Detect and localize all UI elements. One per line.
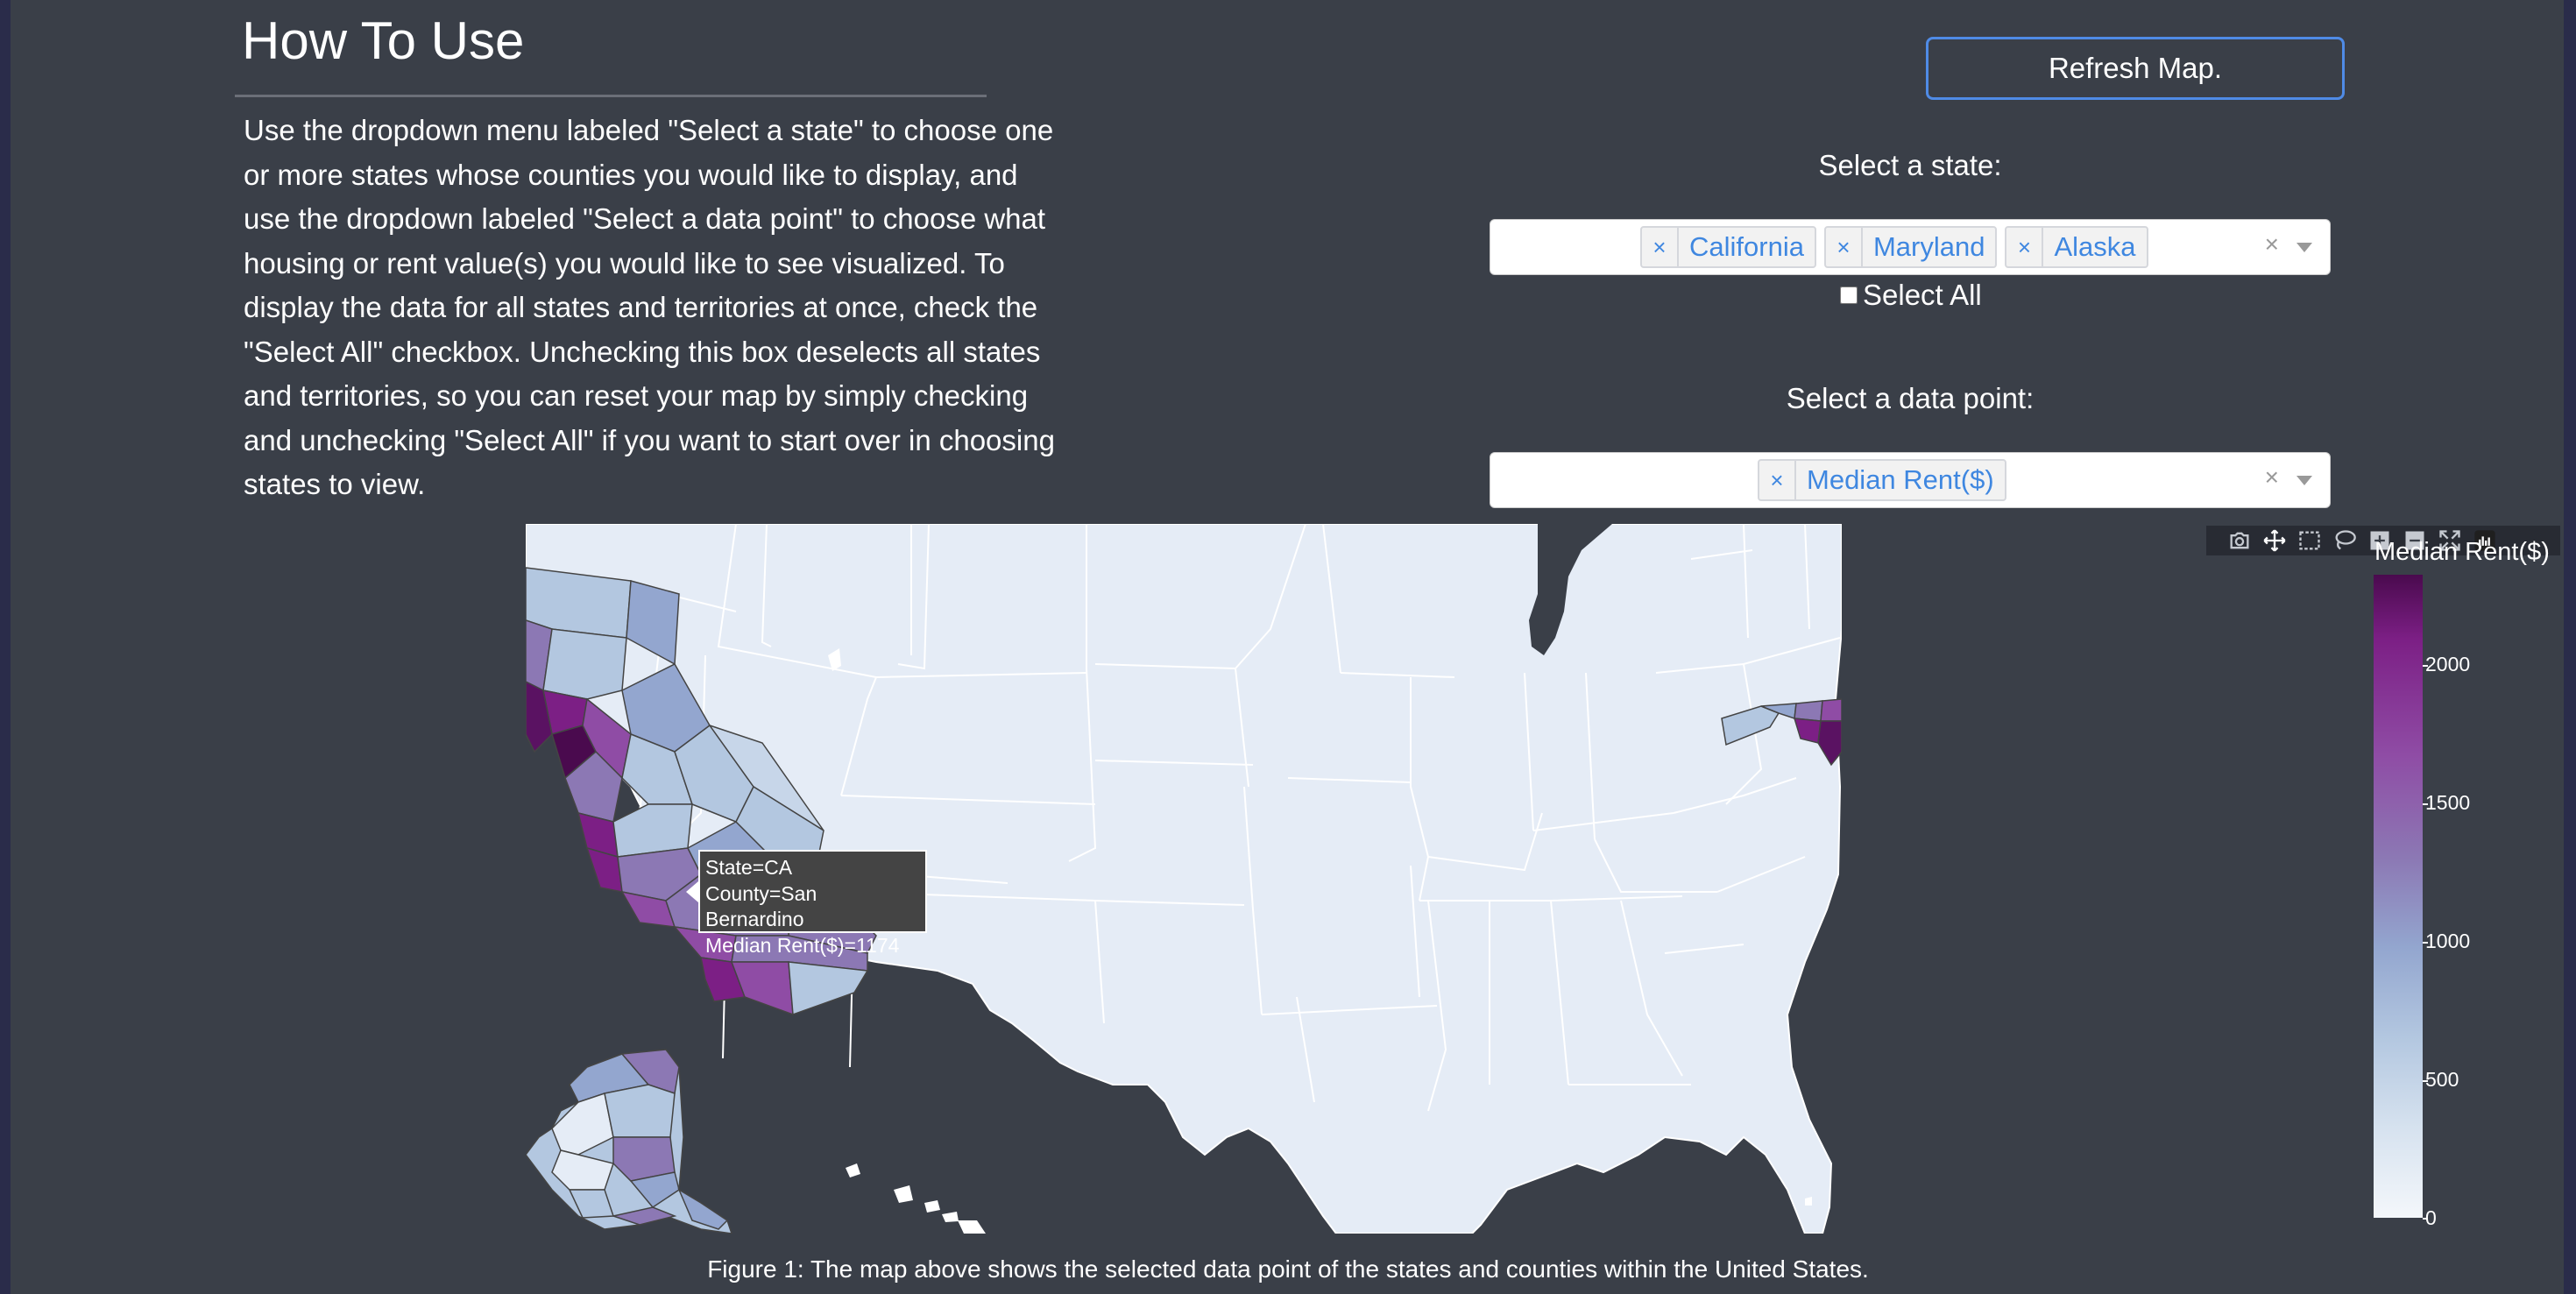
remove-chip-icon[interactable]: × xyxy=(1642,228,1679,266)
select-all-label: Select All xyxy=(1863,279,1982,311)
instructions-line: Use the dropdown menu labeled "Select a … xyxy=(244,114,1054,146)
dropdown-caret-icon[interactable] xyxy=(2296,476,2312,485)
instructions-line: states to view. xyxy=(244,468,426,500)
colorbar-tick-label: 500 xyxy=(2425,1068,2459,1091)
figure-caption: Figure 1: The map above shows the select… xyxy=(707,1255,1869,1283)
window-edge-left xyxy=(0,0,11,1294)
colorbar-tick-label: 1500 xyxy=(2425,791,2471,814)
dropdown-caret-icon[interactable] xyxy=(2296,243,2312,252)
instructions-line: and unchecking "Select All" if you want … xyxy=(244,423,1055,456)
heading-divider xyxy=(235,95,987,97)
hover-tooltip: State=CA County=San Bernardino Median Re… xyxy=(698,850,927,957)
tooltip-value: Median Rent($)=1174 xyxy=(705,933,900,957)
clear-selection-icon[interactable]: × xyxy=(2265,463,2279,491)
instructions-line: housing or rent value(s) you would like … xyxy=(244,246,1005,279)
colorbar-title: Median Rent($) xyxy=(2374,538,2550,566)
pan-icon[interactable] xyxy=(2262,528,2287,553)
remove-chip-icon[interactable]: × xyxy=(1826,228,1863,266)
instructions-line: "Select All" checkbox. Unchecking this b… xyxy=(244,335,1041,368)
chip-label: Median Rent($) xyxy=(1807,464,1994,495)
instructions-text: Use the dropdown menu labeled "Select a … xyxy=(244,109,1085,507)
state-chips: × California × Maryland × Alaska xyxy=(1640,220,2148,274)
select-all-input[interactable] xyxy=(1840,286,1858,304)
clear-selection-icon[interactable]: × xyxy=(2265,230,2279,258)
box-select-icon[interactable] xyxy=(2297,528,2322,553)
datapoint-chips: × Median Rent($) xyxy=(1758,453,2006,507)
state-chip-alaska: × Alaska xyxy=(2005,226,2148,268)
window-edge-right xyxy=(2564,0,2576,1294)
remove-chip-icon[interactable]: × xyxy=(1759,461,1796,499)
chip-label: Alaska xyxy=(2054,231,2136,262)
colorbar-tick-label: 0 xyxy=(2425,1206,2437,1229)
instructions-line: display the data for all states and terr… xyxy=(244,291,1038,323)
chip-label: Maryland xyxy=(1872,231,1985,262)
lasso-icon[interactable] xyxy=(2332,528,2357,553)
tooltip-state: State=CA xyxy=(705,856,793,879)
datapoint-select[interactable]: × Median Rent($) × xyxy=(1490,452,2331,508)
colorbar-tick-label: 2000 xyxy=(2425,653,2471,675)
datapoint-chip-median-rent: × Median Rent($) xyxy=(1758,459,2006,501)
select-all-checkbox[interactable]: Select All xyxy=(1840,279,1982,312)
colorbar xyxy=(2374,575,2423,1218)
remove-chip-icon[interactable]: × xyxy=(2006,228,2044,266)
state-chip-california: × California xyxy=(1640,226,1816,268)
page-title: How To Use xyxy=(242,11,525,70)
camera-icon[interactable] xyxy=(2227,528,2252,553)
refresh-map-button[interactable]: Refresh Map. xyxy=(1926,37,2345,100)
datapoint-select-label: Select a data point: xyxy=(1786,382,2035,414)
chip-label: California xyxy=(1689,231,1804,262)
colorbar-tick-label: 1000 xyxy=(2425,930,2471,952)
state-select-label: Select a state: xyxy=(1818,149,2002,181)
tooltip-pointer xyxy=(686,881,698,902)
state-select[interactable]: × California × Maryland × Alaska × xyxy=(1490,219,2331,275)
instructions-line: or more states whose counties you would … xyxy=(244,158,1018,191)
instructions-line: and territories, so you can reset your m… xyxy=(244,379,1029,412)
instructions-line: use the dropdown labeled "Select a data … xyxy=(244,202,1046,235)
state-chip-maryland: × Maryland xyxy=(1823,226,1998,268)
tooltip-county: County=San Bernardino xyxy=(705,881,817,931)
